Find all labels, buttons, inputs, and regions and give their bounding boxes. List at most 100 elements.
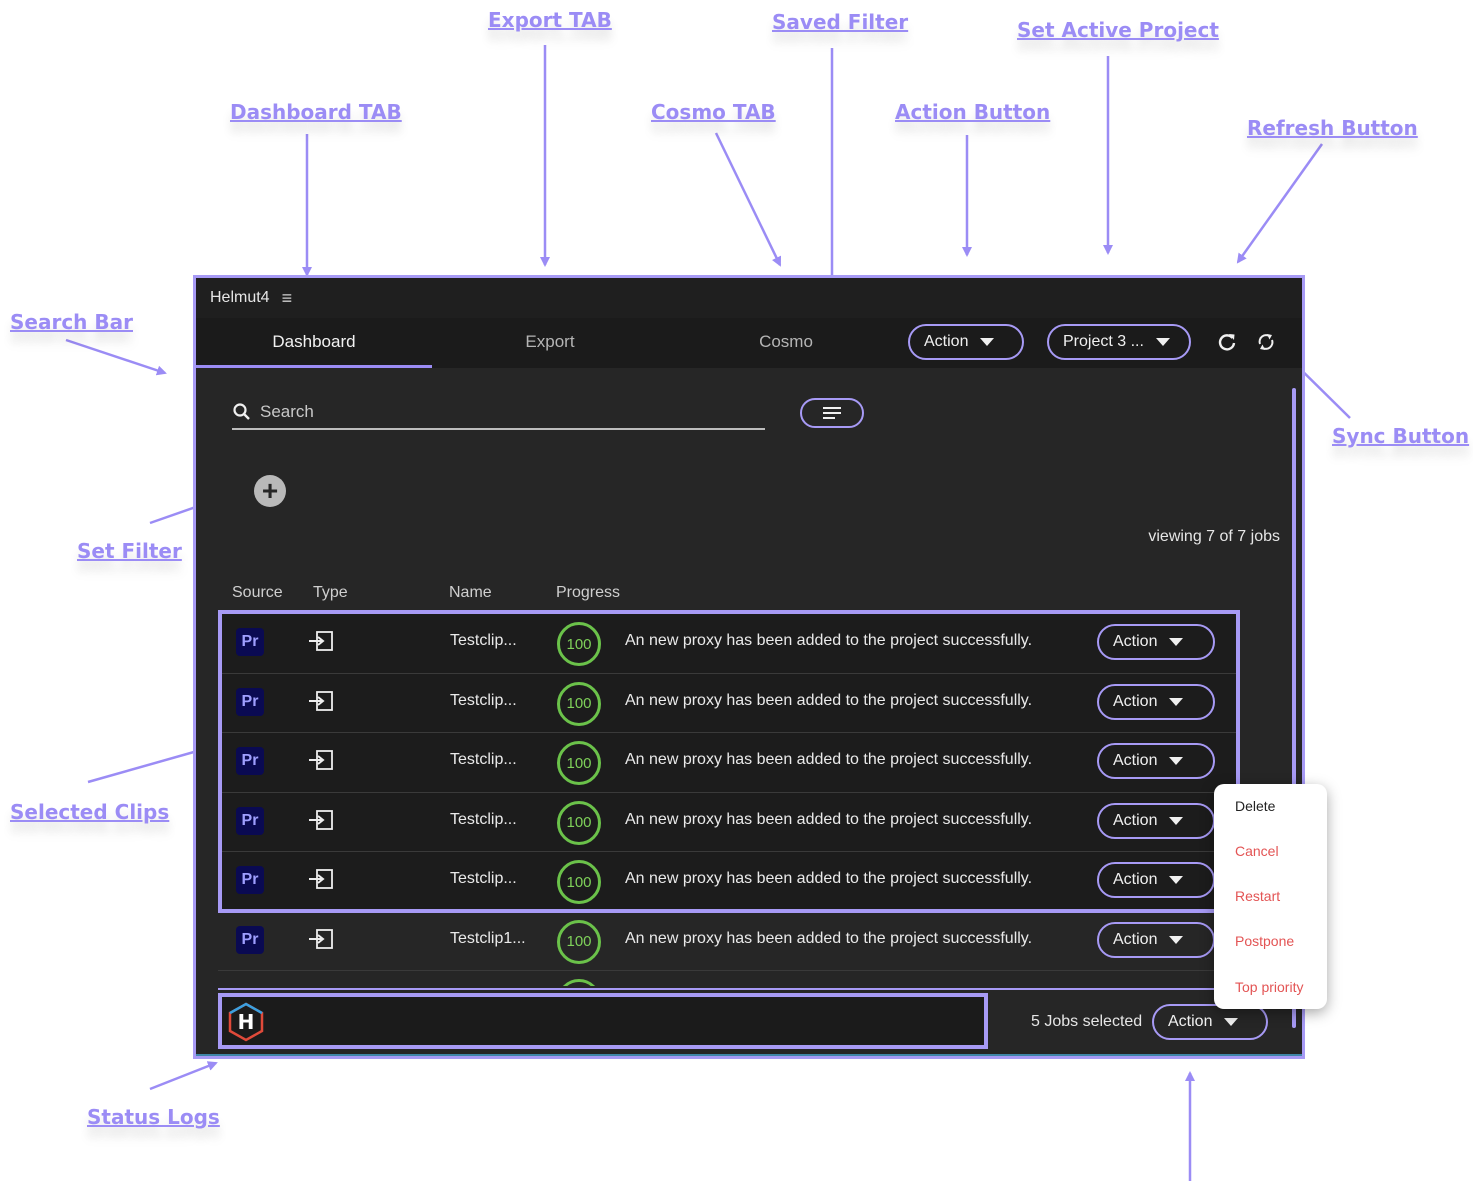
row-action-label: Action [1113,871,1158,888]
sync-button[interactable] [1252,328,1280,356]
job-message: An new proxy has been added to the proje… [625,929,1033,947]
callout-set-active-project: Set Active Project [1017,18,1219,42]
menu-item-delete[interactable]: Delete [1235,798,1275,814]
job-name: Testclip... [450,691,517,709]
premiere-pro-icon: Pr [236,866,264,894]
action-button[interactable]: Action [908,324,1024,360]
tab-export[interactable]: Export [432,318,668,366]
arrow-cosmo-tab [714,132,782,267]
chevron-down-icon [1169,638,1184,646]
search-icon [233,403,250,420]
job-name: Testclip... [450,870,517,887]
bulk-action-button[interactable]: Action [1152,1004,1268,1040]
row-action-button[interactable]: Action [1097,743,1215,779]
hamburger-menu-icon[interactable]: ≡ [282,288,293,309]
chevron-down-icon [1224,1018,1239,1026]
app-title: Helmut4 [210,289,270,306]
tab-bar: Dashboard Export Cosmo Action Project 3 … [196,318,1302,368]
row-action-button[interactable]: Action [1097,862,1215,898]
add-filter-button[interactable]: + [254,475,286,507]
callout-cosmo-tab: Cosmo TAB [651,100,776,124]
row-action-button[interactable]: Action [1097,802,1215,839]
jobs-count: viewing 7 of 7 jobs [1148,528,1280,545]
progress-ring: 100 [557,741,601,785]
progress-ring: 100 [557,919,601,964]
table-header: Source Type Name Progress [196,584,1296,608]
chevron-down-icon [1169,757,1184,765]
row-action-button[interactable]: Action [1097,683,1215,720]
premiere-pro-icon: Pr [236,925,264,954]
progress-ring: 100 [557,622,601,666]
job-name: Testclip... [450,751,517,768]
row-action-label: Action [1113,633,1158,650]
chevron-down-icon [1169,816,1184,825]
menu-item-postpone[interactable]: Postpone [1235,933,1294,949]
premiere-pro-icon: Pr [236,687,264,716]
table-row[interactable]: Pr Testclip1... 100 An new proxy has bee… [218,911,1238,971]
title-bar: Helmut4 ≡ [196,278,1302,318]
table-row[interactable]: Pr Testclip... 100 An new proxy has been… [218,614,1238,674]
column-name: Name [449,584,492,601]
action-dropdown-menu: Delete Cancel Restart Postpone Top prior… [1214,784,1327,1009]
row-action-button[interactable]: Action [1097,624,1215,660]
arrow-status-logs [149,1061,218,1091]
callout-action-button: Action Button [895,100,1051,124]
chevron-down-icon [1169,935,1184,944]
row-action-label: Action [1113,692,1158,710]
tab-cosmo[interactable]: Cosmo [668,318,904,366]
bulk-action-label: Action [1168,1013,1213,1030]
column-source: Source [232,584,283,601]
saved-filter-button[interactable] [800,398,864,428]
progress-ring: 100 [557,860,601,904]
import-icon [309,869,333,889]
row-action-button[interactable]: Action [1097,921,1215,958]
filter-lines-icon [823,407,841,419]
refresh-icon [1218,334,1236,351]
callout-sync-button: Sync Button [1332,424,1470,448]
menu-item-restart[interactable]: Restart [1235,888,1280,904]
table-row[interactable]: Pr Testclip... 100 An new proxy has been… [218,792,1238,852]
table-row[interactable] [218,971,1238,986]
job-message: An new proxy has been added to the proje… [625,632,1033,649]
callout-export-tab: Export TAB [488,8,612,32]
menu-item-top-priority[interactable]: Top priority [1235,979,1303,995]
row-action-label: Action [1113,752,1158,769]
search-bar[interactable]: Search [232,396,765,430]
footer-divider [218,988,1298,990]
job-name: Testclip... [450,632,517,649]
chevron-down-icon [1169,697,1184,706]
table-row[interactable]: Pr Testclip... 100 An new proxy has been… [218,673,1238,733]
table-row[interactable]: Pr Testclip... 100 An new proxy has been… [218,852,1238,912]
tab-dashboard[interactable]: Dashboard [196,318,432,368]
chevron-down-icon [1155,338,1170,346]
arrow-search-bar [65,338,167,376]
import-icon [309,631,333,651]
project-select-label: Project 3 ... [1063,333,1144,350]
status-log[interactable]: H [218,993,988,1049]
import-icon [309,809,333,830]
plus-icon: + [261,475,279,506]
callout-search-bar: Search Bar [10,310,133,334]
job-message: An new proxy has been added to the proje… [625,870,1033,887]
menu-item-cancel[interactable]: Cancel [1235,843,1279,859]
table-row[interactable]: Pr Testclip... 100 An new proxy has been… [218,733,1238,793]
chevron-down-icon [1169,876,1184,884]
refresh-button[interactable] [1213,328,1241,356]
job-message: An new proxy has been added to the proje… [625,751,1033,768]
project-select[interactable]: Project 3 ... [1047,324,1191,360]
premiere-pro-icon: Pr [236,806,264,835]
search-input[interactable]: Search [260,402,314,422]
arrow-selected-clips [87,745,210,784]
helmut-panel: Helmut4 ≡ Dashboard Export Cosmo Action … [193,275,1305,1059]
callout-status-logs: Status Logs [87,1105,220,1129]
callout-set-filter: Set Filter [77,539,182,563]
row-action-label: Action [1113,811,1158,829]
import-icon [309,750,333,770]
job-message: An new proxy has been added to the proje… [625,691,1033,709]
logo-letter: H [238,1010,255,1034]
progress-ring: 100 [557,800,601,845]
action-button-label: Action [924,333,969,350]
jobs-selected-count: 5 Jobs selected [1031,1013,1143,1030]
premiere-pro-icon: Pr [236,628,264,656]
sync-icon [1258,334,1274,350]
